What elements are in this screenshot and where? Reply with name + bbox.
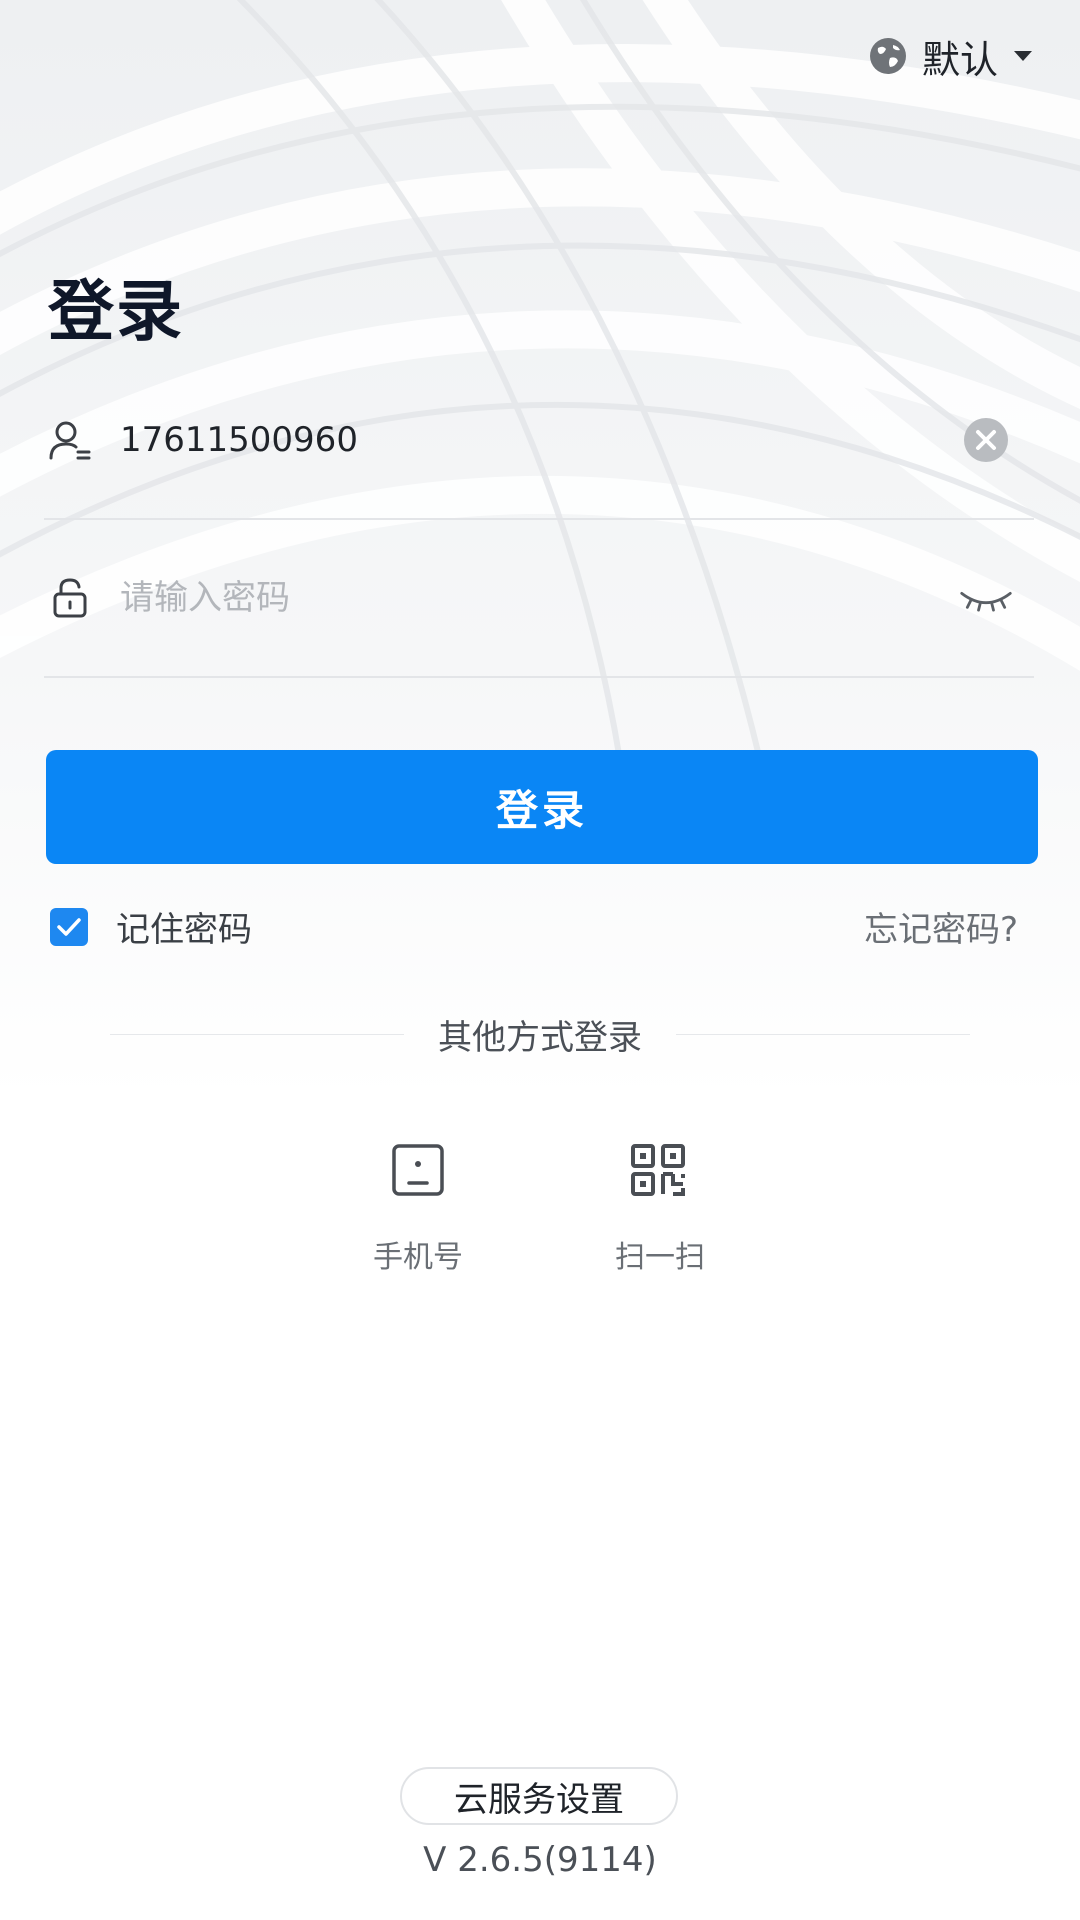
language-selector[interactable]: 默认	[868, 30, 1034, 82]
checkmark-icon	[57, 917, 81, 936]
forgot-password-link[interactable]: 忘记密码?	[864, 902, 1018, 951]
phone-login-option[interactable]: 手机号	[318, 1140, 518, 1276]
password-input[interactable]	[120, 568, 958, 628]
divider-line-left	[110, 1033, 404, 1035]
cloud-service-settings-button[interactable]: 云服务设置	[400, 1767, 678, 1825]
remember-checkbox[interactable]	[50, 907, 88, 946]
scan-login-option[interactable]: 扫一扫	[560, 1140, 760, 1276]
username-input[interactable]	[120, 410, 958, 470]
language-label: 默认	[921, 37, 998, 82]
user-icon	[46, 416, 94, 464]
phone-login-label: 手机号	[373, 1240, 463, 1275]
app-version: V 2.6.5(9114)	[423, 1840, 657, 1880]
phone-icon	[388, 1140, 448, 1200]
other-login-label: 其他方式登录	[438, 1017, 642, 1058]
caret-down-icon	[1012, 49, 1034, 63]
divider-line-right	[676, 1033, 970, 1035]
login-button[interactable]: 登录	[46, 750, 1038, 864]
qr-code-icon	[630, 1140, 690, 1200]
remember-label: 记住密码	[116, 910, 252, 950]
other-login-divider: 其他方式登录	[110, 1008, 970, 1060]
globe-icon	[868, 36, 908, 76]
remember-password-toggle[interactable]: 记住密码	[50, 902, 252, 951]
scan-login-label: 扫一扫	[615, 1240, 705, 1275]
page-title: 登录	[48, 273, 184, 350]
clear-input-icon[interactable]	[958, 412, 1014, 468]
eye-closed-icon[interactable]	[958, 570, 1014, 626]
password-field	[44, 520, 1034, 678]
lock-icon	[46, 574, 94, 622]
username-field	[44, 362, 1034, 520]
